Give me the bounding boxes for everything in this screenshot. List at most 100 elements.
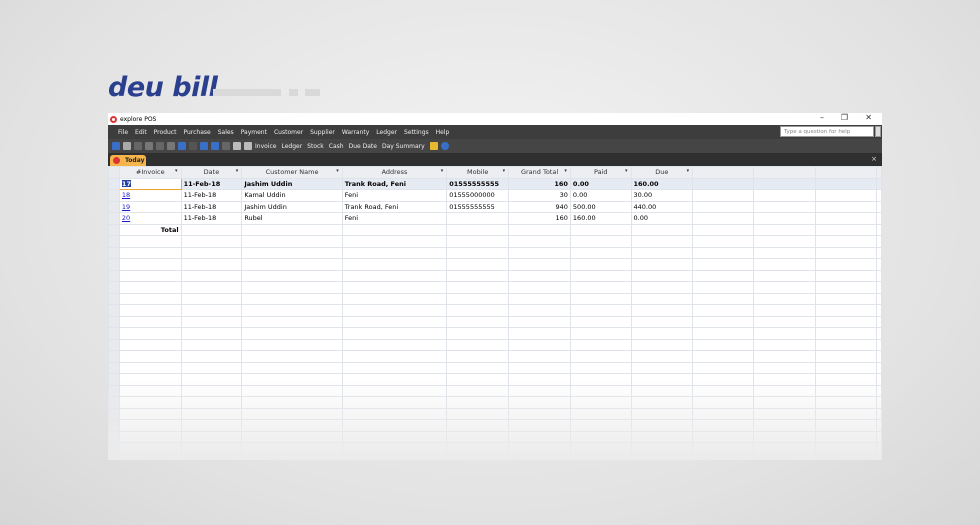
grid-cell[interactable]: 940 [508,200,571,213]
grid-cell[interactable]: Rubel [241,212,343,225]
column-header[interactable]: #Invoice ▾ [118,166,182,179]
help-dropdown-button[interactable] [875,126,881,137]
menu-warranty[interactable]: Warranty [342,129,369,136]
grid-cell[interactable]: 30 [508,189,571,202]
cash-button[interactable]: Cash [329,143,344,150]
filter-dropdown-icon[interactable]: ▾ [564,168,567,174]
grid-cell[interactable]: 11-Feb-18 [180,189,243,202]
grid-cell[interactable]: Trank Road, Feni [341,177,448,190]
grid-cell[interactable]: 01555000000 [446,189,510,202]
minimize-button[interactable]: – [820,113,824,122]
column-header[interactable]: Grand Total ▾ [508,166,571,179]
cut-icon[interactable] [134,142,142,150]
day-summary-button[interactable]: Day Summary [382,143,425,150]
row-selector[interactable] [108,212,120,225]
column-header[interactable]: Address ▾ [341,166,448,179]
grid-cell[interactable]: 19 [118,200,182,213]
column-header[interactable]: Due ▾ [630,166,694,179]
table-row[interactable]: 18 11-Feb-18 Kamal Uddin Feni 01555000000 30 0… [108,189,882,202]
table-row[interactable]: 20 11-Feb-18 Rubel Feni 160 160.00 0.00 [108,212,882,225]
menu-product[interactable]: Product [154,129,177,136]
menu-edit[interactable]: Edit [135,129,147,136]
filter-dropdown-icon[interactable]: ▾ [687,168,690,174]
row-selector[interactable] [108,200,120,213]
grid-cell[interactable]: 160 [508,212,571,225]
grid-cell[interactable]: Feni [341,212,448,225]
table-row[interactable]: 19 11-Feb-18 Jashim Uddin Trank Road, Feni 0… [108,200,882,213]
grid-cell[interactable]: Jashim Uddin [241,200,343,213]
menu-file[interactable]: File [118,129,128,136]
filter-dropdown-icon[interactable]: ▾ [175,168,178,174]
grid-cell[interactable]: 20 [118,212,182,225]
grid-cell[interactable]: 11-Feb-18 [180,177,243,190]
grid-cell[interactable]: Kamal Uddin [241,189,343,202]
grid-cell[interactable]: 30.00 [630,189,694,202]
grid-cell[interactable]: Jashim Uddin [241,177,343,190]
close-button[interactable]: ✕ [865,113,872,122]
invoice-link[interactable]: 20 [122,214,130,222]
help-icon[interactable] [440,142,449,150]
grid-cell[interactable]: 160.00 [630,177,694,190]
folder-icon[interactable] [429,142,438,150]
print-icon[interactable] [123,142,131,150]
menu-help[interactable]: Help [436,129,450,136]
menu-customer[interactable]: Customer [274,129,303,136]
menu-ledger[interactable]: Ledger [376,129,397,136]
invoice-link[interactable]: 19 [122,203,130,211]
grid-cell[interactable]: 18 [118,189,182,202]
menu-settings[interactable]: Settings [404,129,429,136]
previous-record-icon[interactable] [189,142,197,150]
ledger-button[interactable]: Ledger [281,143,302,150]
help-search-input[interactable]: Type a question for help [780,126,874,137]
table-row[interactable]: 17 11-Feb-18 Jashim Uddin Trank Road, Feni 0… [108,177,882,190]
grid-cell[interactable]: 01555555555 [446,177,510,190]
due-date-button[interactable]: Due Date [349,143,377,150]
first-record-icon[interactable] [178,142,186,150]
filter-dropdown-icon[interactable]: ▾ [503,168,506,174]
new-record-icon[interactable] [222,142,230,150]
copy-icon[interactable] [145,142,153,150]
grid-cell[interactable]: 11-Feb-18 [180,212,243,225]
row-selector[interactable] [108,177,120,190]
grid-cell[interactable]: 11-Feb-18 [180,200,243,213]
menu-payment[interactable]: Payment [241,129,267,136]
filter-dropdown-icon[interactable]: ▾ [625,168,628,174]
filter-dropdown-icon[interactable]: ▾ [236,168,239,174]
column-header[interactable]: Mobile ▾ [446,166,510,179]
menu-purchase[interactable]: Purchase [183,129,210,136]
grid-cell[interactable]: 0.00 [630,212,694,225]
filter-dropdown-icon[interactable]: ▾ [336,168,339,174]
sort-ascending-icon[interactable] [233,142,241,150]
menu-sales[interactable]: Sales [218,129,234,136]
sort-descending-icon[interactable] [244,142,252,150]
next-record-icon[interactable] [200,142,208,150]
grid-cell[interactable]: 0.00 [569,189,632,202]
filter-dropdown-icon[interactable]: ▾ [441,168,444,174]
grid-cell[interactable]: 0.00 [569,177,632,190]
invoice-link[interactable]: 18 [122,191,130,199]
tab-today[interactable]: Today [110,155,146,166]
grid-cell[interactable]: 01555555555 [446,200,510,213]
grid-cell[interactable]: 160.00 [569,212,632,225]
find-icon[interactable] [167,142,175,150]
restore-button[interactable]: ❐ [841,113,848,122]
menu-supplier[interactable]: Supplier [310,129,335,136]
invoice-button[interactable]: Invoice [255,143,276,150]
grid-cell[interactable] [446,212,510,225]
select-all[interactable] [108,166,120,179]
close-tab-button[interactable]: × [871,155,877,163]
save-icon[interactable] [112,142,120,150]
grid-cell[interactable]: 17 [118,177,182,190]
grid-cell[interactable]: 440.00 [630,200,694,213]
grid-cell[interactable]: 160 [508,177,571,190]
paste-icon[interactable] [156,142,164,150]
invoice-link[interactable]: 17 [121,179,131,188]
grid-cell[interactable]: Trank Road, Feni [341,200,448,213]
row-selector[interactable] [108,189,120,202]
grid-cell[interactable]: 500.00 [569,200,632,213]
column-header[interactable]: Paid ▾ [569,166,632,179]
last-record-icon[interactable] [211,142,219,150]
column-header[interactable]: Customer Name ▾ [241,166,343,179]
grid-cell[interactable]: Feni [341,189,448,202]
stock-button[interactable]: Stock [307,143,324,150]
